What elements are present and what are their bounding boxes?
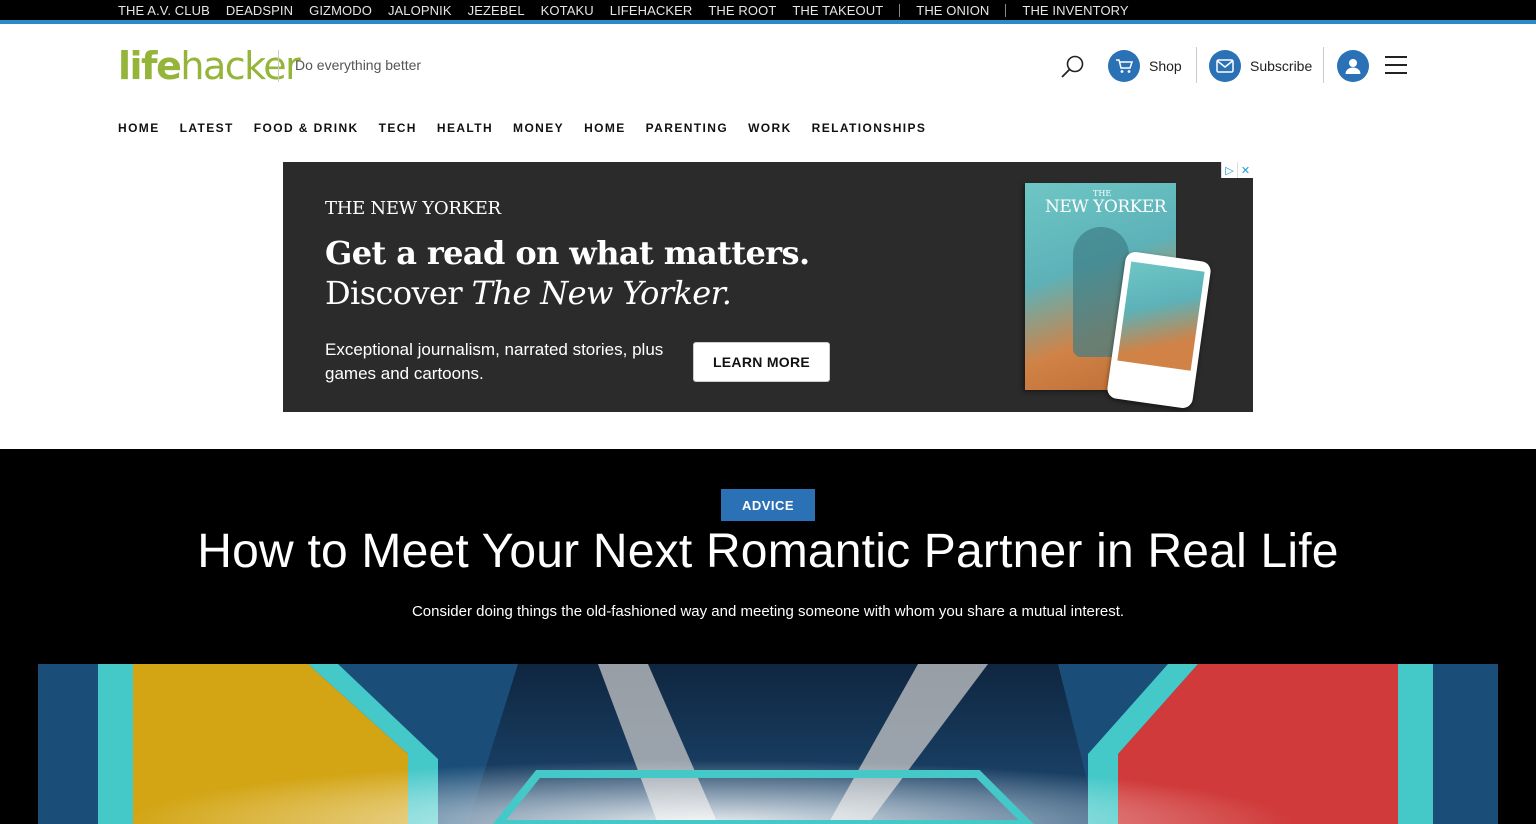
ad-brand: THE NEW YORKER: [325, 198, 501, 219]
nav-item-food-drink[interactable]: FOOD & DRINK: [254, 121, 359, 135]
nav-item-work[interactable]: WORK: [748, 121, 792, 135]
network-link-jalopnik[interactable]: JALOPNIK: [388, 3, 452, 18]
network-divider: [1005, 3, 1007, 17]
header-divider: [1196, 47, 1197, 83]
magazine-title: NEW YORKER: [1045, 197, 1167, 217]
shop-label: Shop: [1149, 58, 1182, 74]
network-link-lifehacker[interactable]: LIFEHACKER: [610, 3, 693, 18]
network-link-theinventory[interactable]: THE INVENTORY: [1022, 3, 1128, 18]
phone-screen: [1117, 261, 1205, 371]
network-link-theonion[interactable]: THE ONION: [916, 3, 989, 18]
ad-headline: Get a read on what matters.: [325, 234, 810, 272]
ad-subtext: Exceptional journalism, narrated stories…: [325, 340, 664, 383]
logo-life: life: [118, 44, 182, 88]
network-bar: THE A.V. CLUB DEADSPIN GIZMODO JALOPNIK …: [0, 0, 1536, 24]
article-hero: ADVICE How to Meet Your Next Romantic Pa…: [0, 449, 1536, 824]
tagline-divider: [278, 50, 279, 82]
nav-item-parenting[interactable]: PARENTING: [646, 121, 728, 135]
shop-button[interactable]: Shop: [1108, 50, 1182, 82]
ad-learn-more-button[interactable]: LEARN MORE: [693, 342, 830, 382]
ad-headline-2: Discover The New Yorker.: [325, 274, 732, 312]
nav-item-latest[interactable]: LATEST: [180, 121, 234, 135]
nav-item-relationships[interactable]: RELATIONSHIPS: [812, 121, 927, 135]
site-logo[interactable]: lifehacker: [118, 44, 301, 88]
nav-item-tech[interactable]: TECH: [379, 121, 417, 135]
article-title: How to Meet Your Next Romantic Partner i…: [197, 525, 1339, 578]
ad-choices[interactable]: ▷ ✕: [1221, 162, 1253, 178]
mail-icon: [1209, 50, 1241, 82]
account-button[interactable]: [1337, 50, 1369, 82]
network-link-deadspin[interactable]: DEADSPIN: [226, 3, 293, 18]
logo-hacker: hacker: [180, 44, 300, 88]
network-divider: [899, 3, 901, 17]
user-icon: [1345, 59, 1361, 74]
network-link-thetakeout[interactable]: THE TAKEOUT: [792, 3, 883, 18]
ad-container: THE NEW YORKER Get a read on what matter…: [0, 148, 1536, 449]
search-icon[interactable]: [1060, 54, 1086, 80]
network-link-gizmodo[interactable]: GIZMODO: [309, 3, 372, 18]
network-link-theroot[interactable]: THE ROOT: [708, 3, 776, 18]
nav-item-home-section[interactable]: HOME: [584, 121, 626, 135]
network-link-kotaku[interactable]: KOTAKU: [541, 3, 594, 18]
network-link-jezebel[interactable]: JEZEBEL: [468, 3, 525, 18]
subscribe-button[interactable]: Subscribe: [1209, 50, 1312, 82]
cart-icon: [1108, 50, 1140, 82]
network-link-avclub[interactable]: THE A.V. CLUB: [118, 3, 210, 18]
header-divider: [1323, 47, 1324, 83]
new-yorker-ad[interactable]: THE NEW YORKER Get a read on what matter…: [283, 162, 1253, 412]
ad-close-icon[interactable]: ✕: [1237, 162, 1253, 178]
category-badge[interactable]: ADVICE: [721, 489, 815, 521]
hamburger-menu-icon[interactable]: [1385, 56, 1407, 76]
article-subtitle: Consider doing things the old-fashioned …: [411, 603, 1125, 620]
main-nav: HOME LATEST FOOD & DRINK TECH HEALTH MON…: [0, 108, 1536, 148]
nav-item-health[interactable]: HEALTH: [437, 121, 493, 135]
nav-item-money[interactable]: MONEY: [513, 121, 564, 135]
adchoices-icon[interactable]: ▷: [1221, 162, 1237, 178]
nav-item-home[interactable]: HOME: [118, 121, 160, 135]
site-tagline: Do everything better: [295, 57, 422, 73]
article-hero-image: [38, 664, 1498, 824]
site-header: lifehacker Do everything better Shop Sub…: [0, 24, 1536, 108]
subscribe-label: Subscribe: [1250, 58, 1313, 74]
